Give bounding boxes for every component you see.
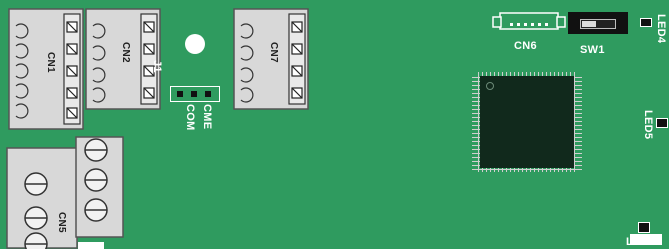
led3-label: LED3 <box>626 236 656 248</box>
cn2-label: CN2 <box>120 42 131 63</box>
sw1-switch-knob[interactable] <box>582 21 596 27</box>
cme-label: CME <box>201 104 213 130</box>
cn6-connector <box>492 12 566 30</box>
mounting-hole <box>185 34 205 54</box>
led3 <box>638 222 650 233</box>
pcb-board: CN1 CN2 CN7 J1 COM CME CN5 CN6 SW1 LED4 … <box>0 0 669 249</box>
led5-label: LED5 <box>642 110 654 140</box>
processor-chip <box>472 66 582 178</box>
sw1-switch[interactable] <box>568 12 628 34</box>
cn5-label: CN5 <box>56 212 67 233</box>
sw1-label: SW1 <box>580 44 605 56</box>
led4-label: LED4 <box>655 14 667 44</box>
board-edge-mark <box>78 242 104 249</box>
cn7-label: CN7 <box>268 42 279 63</box>
sw1-switch-slot <box>580 19 616 29</box>
j1-label: J1 <box>151 60 163 73</box>
j1-header <box>170 86 220 102</box>
pin1-marker <box>486 82 494 90</box>
cn1-label: CN1 <box>45 52 56 73</box>
led4 <box>640 18 652 27</box>
led5 <box>656 118 668 128</box>
com-label: COM <box>184 104 196 131</box>
cn6-label: CN6 <box>514 40 537 52</box>
